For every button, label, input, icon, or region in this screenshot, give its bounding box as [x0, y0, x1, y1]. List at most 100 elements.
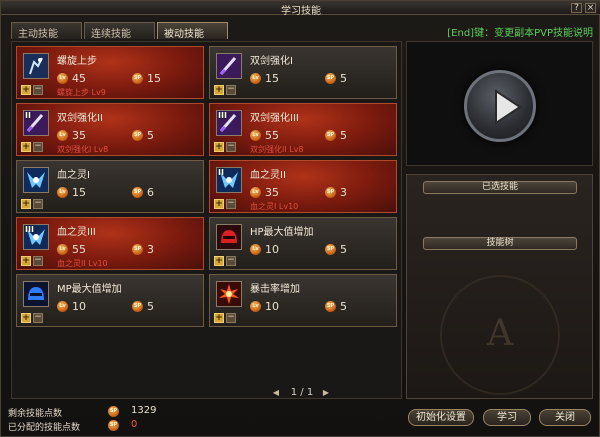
blood-spirit-icon: III	[23, 224, 49, 250]
hp-helmet-icon	[216, 224, 242, 250]
skill-name: 双剑强化II	[57, 113, 103, 124]
learn-button[interactable]: 学习	[483, 409, 531, 426]
mp-helmet-icon	[23, 281, 49, 307]
skill-name: MP最大值增加	[57, 284, 122, 295]
sp-badge-icon: SP	[325, 187, 336, 198]
sp-value: 5	[340, 243, 347, 256]
level-up-button[interactable]: +	[214, 313, 224, 323]
tab-active-skills[interactable]: 主动技能	[11, 22, 82, 40]
level-up-button[interactable]: +	[21, 313, 31, 323]
skill-name: 暴击率增加	[250, 284, 300, 295]
level-up-button[interactable]: +	[214, 256, 224, 266]
level-value: 10	[265, 243, 279, 256]
emblem-letter: A	[487, 313, 513, 354]
sp-value: 5	[340, 72, 347, 85]
page-indicator: 1 / 1	[290, 387, 314, 398]
level-down-button[interactable]: −	[226, 142, 236, 152]
sp-badge-icon: SP	[132, 301, 143, 312]
level-down-button[interactable]: −	[33, 85, 43, 95]
skill-card[interactable]: III 血之灵III Lv 55 SP 3 + − 血之灵II Lv10	[16, 217, 204, 270]
level-value: 15	[72, 186, 86, 199]
level-down-button[interactable]: −	[226, 199, 236, 209]
skill-name: 血之灵I	[57, 170, 90, 181]
level-value: 55	[72, 243, 86, 256]
next-page-button[interactable]: ▶	[321, 387, 331, 399]
level-down-button[interactable]: −	[226, 313, 236, 323]
selected-skills-header[interactable]: 已选技能	[423, 181, 577, 194]
skill-name: HP最大值增加	[250, 227, 314, 238]
level-badge-icon: Lv	[250, 244, 261, 255]
sp-badge-icon: SP	[132, 244, 143, 255]
sp-badge-icon: SP	[108, 406, 119, 417]
play-icon[interactable]	[464, 70, 536, 142]
level-badge-icon: Lv	[57, 130, 68, 141]
sp-badge-icon: SP	[132, 187, 143, 198]
tab-passive-skills[interactable]: 被动技能	[157, 22, 228, 40]
sp-badge-icon: SP	[325, 130, 336, 141]
level-badge-icon: Lv	[250, 73, 261, 84]
level-down-button[interactable]: −	[226, 85, 236, 95]
skill-card[interactable]: III 双剑强化III Lv 55 SP 5 + − 双剑强化II Lv8	[209, 103, 397, 156]
skill-card[interactable]: HP最大值增加 Lv 10 SP 5 + −	[209, 217, 397, 270]
twin-sword-icon: III	[216, 110, 242, 136]
allocated-points-value: 0	[131, 419, 138, 430]
sp-badge-icon: SP	[325, 244, 336, 255]
skill-card[interactable]: 双剑强化I Lv 15 SP 5 + −	[209, 46, 397, 99]
level-value: 35	[72, 129, 86, 142]
help-icon[interactable]: ?	[571, 3, 582, 13]
level-value: 15	[265, 72, 279, 85]
sp-badge-icon: SP	[132, 73, 143, 84]
pagination: ◀ 1 / 1 ▶	[271, 387, 333, 400]
skill-tree-header[interactable]: 技能树	[423, 237, 577, 250]
level-up-button[interactable]: +	[214, 142, 224, 152]
prerequisite-text: 血之灵II Lv10	[57, 259, 108, 268]
skill-name: 血之灵III	[57, 227, 96, 238]
sp-value: 3	[340, 186, 347, 199]
level-down-button[interactable]: −	[33, 142, 43, 152]
reset-button[interactable]: 初始化设置	[408, 409, 474, 426]
skill-card[interactable]: II 血之灵II Lv 35 SP 3 + − 血之灵I Lv10	[209, 160, 397, 213]
level-up-button[interactable]: +	[21, 199, 31, 209]
tab-combo-skills[interactable]: 连续技能	[84, 22, 155, 40]
title-bar[interactable]: 学习技能 ? ×	[1, 1, 600, 17]
level-badge-icon: Lv	[57, 73, 68, 84]
level-badge-icon: Lv	[57, 187, 68, 198]
help-hint: [End]键：变更副本PVP技能说明	[447, 28, 593, 39]
blood-spirit-icon	[23, 167, 49, 193]
spiral-step-icon	[23, 53, 49, 79]
level-down-button[interactable]: −	[226, 256, 236, 266]
level-up-button[interactable]: +	[21, 85, 31, 95]
class-emblem-icon: A	[440, 275, 560, 395]
skill-card[interactable]: II 双剑强化II Lv 35 SP 5 + − 双剑强化I Lv8	[16, 103, 204, 156]
prerequisite-text: 螺旋上步 Lv9	[57, 88, 106, 97]
window-title: 学习技能	[281, 6, 321, 17]
skill-learning-window: 学习技能 ? × 主动技能 连续技能 被动技能 [End]键：变更副本PVP技能…	[0, 0, 600, 437]
level-up-button[interactable]: +	[214, 85, 224, 95]
level-up-button[interactable]: +	[21, 142, 31, 152]
sp-badge-icon: SP	[325, 301, 336, 312]
level-value: 10	[72, 300, 86, 313]
level-down-button[interactable]: −	[33, 313, 43, 323]
skill-card[interactable]: 暴击率增加 Lv 10 SP 5 + −	[209, 274, 397, 327]
skill-card[interactable]: MP最大值增加 Lv 10 SP 5 + −	[16, 274, 204, 327]
level-down-button[interactable]: −	[33, 199, 43, 209]
prev-page-button[interactable]: ◀	[271, 387, 281, 399]
close-icon[interactable]: ×	[585, 3, 596, 13]
level-value: 10	[265, 300, 279, 313]
sp-value: 5	[340, 300, 347, 313]
level-up-button[interactable]: +	[214, 199, 224, 209]
skill-card[interactable]: 血之灵I Lv 15 SP 6 + −	[16, 160, 204, 213]
skill-name: 螺旋上步	[57, 56, 97, 67]
sp-value: 3	[147, 243, 154, 256]
sp-value: 5	[147, 129, 154, 142]
skill-card[interactable]: 螺旋上步 Lv 45 SP 15 + − 螺旋上步 Lv9	[16, 46, 204, 99]
skill-list-panel: 螺旋上步 Lv 45 SP 15 + − 螺旋上步 Lv9 双剑强化I Lv 1…	[11, 41, 402, 399]
level-up-button[interactable]: +	[21, 256, 31, 266]
level-badge-icon: Lv	[250, 301, 261, 312]
prerequisite-text: 血之灵I Lv10	[250, 202, 299, 211]
level-value: 35	[265, 186, 279, 199]
level-value: 45	[72, 72, 86, 85]
level-down-button[interactable]: −	[33, 256, 43, 266]
close-button[interactable]: 关闭	[539, 409, 591, 426]
critical-burst-icon	[216, 281, 242, 307]
